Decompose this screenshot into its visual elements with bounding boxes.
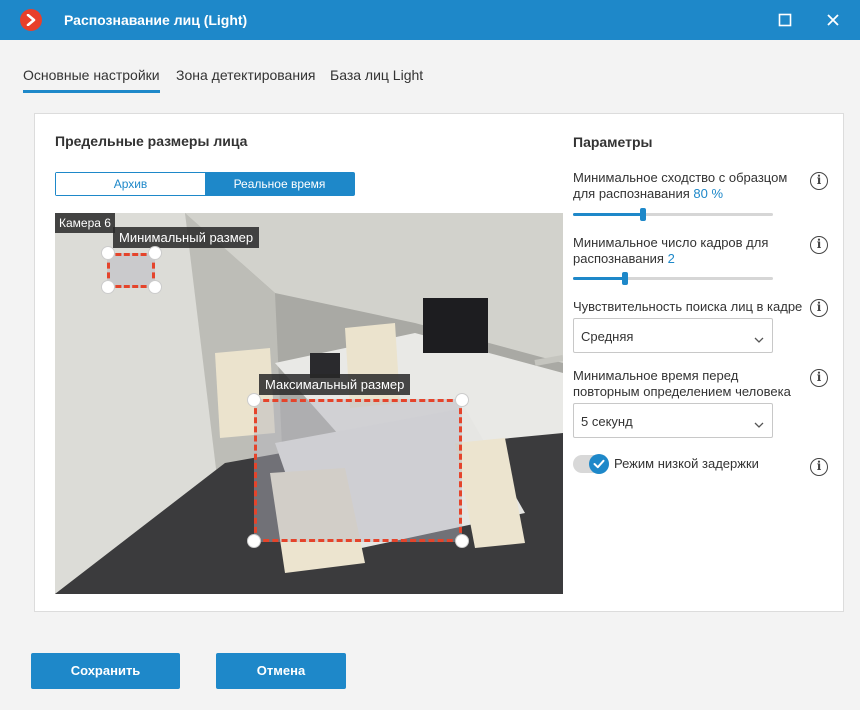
slider-thumb[interactable] (640, 208, 646, 221)
maximize-icon[interactable] (773, 8, 797, 32)
frames-value: 2 (667, 251, 675, 266)
info-icon[interactable]: i (810, 299, 828, 317)
max-size-handle-tr[interactable] (455, 393, 469, 407)
min-size-label: Минимальный размер (113, 227, 260, 248)
info-icon[interactable]: i (810, 172, 828, 190)
sensitivity-label: Чувствительность поиска лиц в кадре (573, 299, 803, 314)
close-icon[interactable] (821, 8, 845, 32)
min-size-handle-bl[interactable] (101, 280, 115, 294)
info-icon[interactable]: i (810, 369, 828, 387)
repeat-time-label: Минимальное время перед повторным опреде… (573, 368, 791, 399)
info-icon[interactable]: i (810, 458, 828, 476)
tab-detection-zone[interactable]: Зона детектирования (176, 67, 315, 83)
params-title: Параметры (573, 134, 653, 150)
camera-view: Камера 6 Минимальный размер Максимальный… (55, 213, 563, 594)
save-button[interactable]: Сохранить (31, 653, 180, 689)
max-size-handle-bl[interactable] (247, 534, 261, 548)
tab-main-settings[interactable]: Основные настройки (23, 67, 160, 83)
max-size-box[interactable] (254, 399, 462, 542)
mode-archive-button[interactable]: Архив (56, 173, 205, 195)
title-bar: Распознавание лиц (Light) (0, 0, 860, 40)
slider-fill (573, 213, 643, 216)
tab-bar: Основные настройки Зона детектирования Б… (0, 40, 860, 92)
max-size-handle-tl[interactable] (247, 393, 261, 407)
sensitivity-select[interactable]: Средняя (573, 318, 773, 353)
active-tab-indicator (23, 90, 160, 93)
repeat-time-select[interactable]: 5 секунд (573, 403, 773, 438)
window-title: Распознавание лиц (Light) (64, 12, 248, 28)
similarity-unit: % (711, 186, 724, 201)
mode-switch: Архив Реальное время (55, 172, 355, 196)
repeat-time-value: 5 секунд (581, 414, 633, 429)
mode-realtime-button[interactable]: Реальное время (205, 173, 354, 195)
max-size-label: Максимальный размер (259, 374, 411, 395)
similarity-value: 80 (693, 186, 708, 201)
app-logo-icon (20, 9, 42, 31)
max-size-handle-br[interactable] (455, 534, 469, 548)
tab-face-database[interactable]: База лиц Light (330, 67, 423, 83)
info-icon[interactable]: i (810, 236, 828, 254)
low-latency-label: Режим низкой задержки (614, 456, 759, 471)
similarity-label: Минимальное сходство с образцом для расп… (573, 170, 788, 201)
low-latency-toggle[interactable] (573, 454, 609, 474)
cancel-button[interactable]: Отмена (216, 653, 346, 689)
sensitivity-value: Средняя (581, 329, 634, 344)
chevron-down-icon (754, 332, 764, 347)
min-size-handle-br[interactable] (148, 280, 162, 294)
chevron-down-icon (754, 417, 764, 432)
frames-slider[interactable] (573, 272, 773, 285)
min-size-handle-tl[interactable] (101, 246, 115, 260)
frames-label: Минимальное число кадров для распознаван… (573, 235, 769, 266)
face-size-title: Предельные размеры лица (55, 133, 248, 149)
toggle-knob (589, 454, 609, 474)
slider-fill (573, 277, 625, 280)
similarity-slider[interactable] (573, 208, 773, 221)
min-size-handle-tr[interactable] (148, 246, 162, 260)
slider-thumb[interactable] (622, 272, 628, 285)
camera-label: Камера 6 (55, 213, 115, 233)
